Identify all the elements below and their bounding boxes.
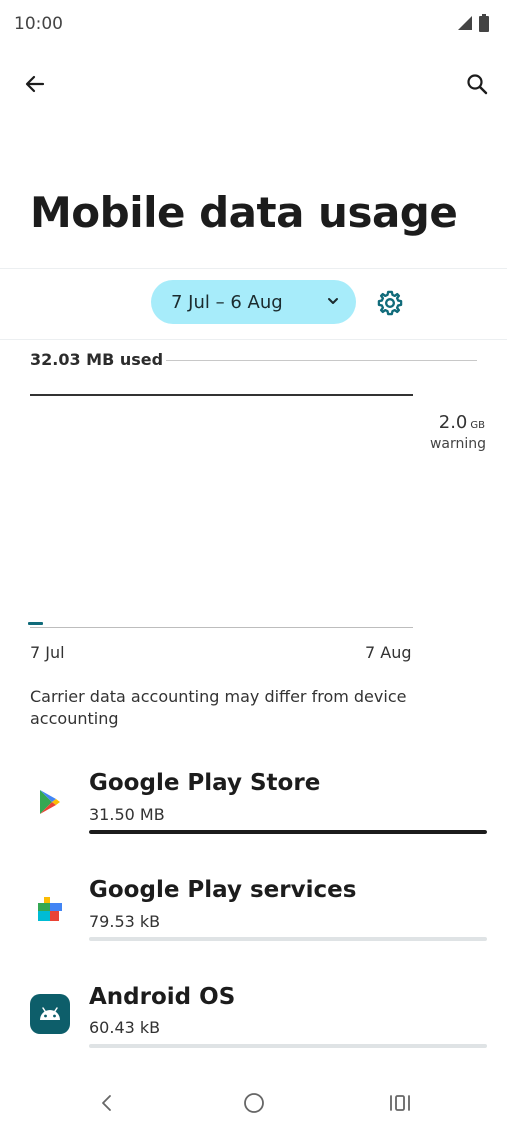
search-button[interactable] xyxy=(455,62,499,106)
nav-home-icon xyxy=(244,1093,264,1113)
signal-icon xyxy=(458,16,472,30)
play-store-icon xyxy=(30,782,70,822)
android-icon xyxy=(30,994,70,1034)
system-nav-bar xyxy=(0,1075,507,1130)
chart-end-date: 7 Aug xyxy=(365,643,412,662)
billing-cycle-label: 7 Jul – 6 Aug xyxy=(171,291,283,313)
divider xyxy=(0,268,507,269)
carrier-accounting-note: Carrier data accounting may differ from … xyxy=(30,687,407,728)
data-used-summary: 32.03 MB used xyxy=(30,350,164,369)
status-bar: 10:00 xyxy=(0,0,507,48)
status-time: 10:00 xyxy=(14,14,63,34)
nav-recents-icon xyxy=(390,1095,410,1111)
app-name: Google Play services xyxy=(89,877,357,903)
nav-home-button[interactable] xyxy=(234,1083,274,1123)
battery-icon xyxy=(479,14,489,32)
warning-amount: 2.0 xyxy=(438,412,468,433)
app-usage-fill xyxy=(89,830,487,834)
cycle-settings-button[interactable] xyxy=(370,283,410,323)
status-icons xyxy=(457,14,489,32)
search-icon xyxy=(467,74,488,95)
app-data-size: 60.43 kB xyxy=(89,1018,161,1037)
app-name: Android OS xyxy=(89,984,236,1010)
app-usage-bar xyxy=(89,1044,487,1048)
app-bar xyxy=(0,60,507,108)
app-usage-bar xyxy=(89,937,487,941)
warning-unit: GB xyxy=(470,420,485,431)
nav-recents-button[interactable] xyxy=(380,1083,420,1123)
app-data-size: 31.50 MB xyxy=(89,805,165,824)
warning-label: warning xyxy=(429,436,486,452)
back-button[interactable] xyxy=(13,62,57,106)
warning-threshold-line xyxy=(30,394,413,396)
billing-cycle-dropdown[interactable]: 7 Jul – 6 Aug xyxy=(151,280,356,324)
nav-back-button[interactable] xyxy=(87,1083,127,1123)
app-list-item[interactable]: Android OS 60.43 kB xyxy=(0,984,507,1074)
chart-start-date: 7 Jul xyxy=(30,643,65,662)
divider xyxy=(0,339,507,340)
arrow-back-icon xyxy=(25,75,45,93)
app-list-item[interactable]: Google Play services 79.53 kB xyxy=(0,877,507,967)
gear-icon xyxy=(377,290,403,316)
play-services-icon xyxy=(30,889,70,929)
chart-baseline xyxy=(30,627,413,628)
app-data-size: 79.53 kB xyxy=(89,912,161,931)
usage-chart: 2.0 GB warning xyxy=(0,380,507,640)
usage-mark xyxy=(28,622,43,625)
app-list-item[interactable]: Google Play Store 31.50 MB xyxy=(0,770,507,860)
page-title: Mobile data usage xyxy=(30,188,458,237)
app-usage-bar xyxy=(89,830,487,834)
chevron-down-icon xyxy=(328,298,338,304)
warning-value: 2.0 GB xyxy=(439,412,485,433)
nav-back-icon xyxy=(102,1095,111,1111)
summary-rule xyxy=(166,360,477,361)
app-name: Google Play Store xyxy=(89,770,321,796)
